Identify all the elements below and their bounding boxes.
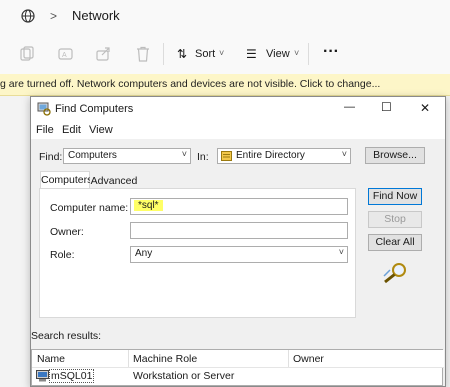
svg-text:A: A <box>62 52 67 59</box>
role-select-value: Any <box>135 248 153 259</box>
chevron-down-icon: ˅ <box>181 149 187 159</box>
directory-icon <box>221 151 232 161</box>
globe-icon[interactable] <box>20 8 36 24</box>
in-select-value: Entire Directory <box>236 150 305 161</box>
find-computers-dialog: Find Computers — ☐ ✕ File Edit View Find… <box>30 96 446 387</box>
minimize-button[interactable]: — <box>344 101 355 113</box>
find-now-button[interactable]: Find Now <box>368 188 422 205</box>
clear-all-button[interactable]: Clear All <box>368 234 422 251</box>
menu-bar: File Edit View <box>31 121 445 139</box>
chevron-down-icon: ˅ <box>219 48 225 58</box>
role-label: Role: <box>50 249 75 261</box>
role-select[interactable]: Any ˅ <box>130 246 348 263</box>
title-bar[interactable]: Find Computers — ☐ ✕ <box>31 97 445 121</box>
breadcrumb-separator: > <box>50 9 58 23</box>
search-results-list: Name Machine Role Owner mSQL01 Workstati… <box>31 349 444 386</box>
rename-icon[interactable]: A <box>58 46 74 62</box>
menu-view[interactable]: View <box>89 124 113 136</box>
column-divider[interactable] <box>128 350 129 367</box>
computer-name-label: Computer name: <box>50 202 129 214</box>
find-select-value: Computers <box>68 150 117 161</box>
sort-label: Sort <box>195 48 216 60</box>
toolbar-divider <box>163 43 164 65</box>
column-name[interactable]: Name <box>37 353 65 365</box>
delete-icon[interactable] <box>136 46 150 62</box>
breadcrumb-location[interactable]: Network <box>72 8 120 23</box>
column-divider[interactable] <box>288 350 289 367</box>
toolbar: A ⇅ Sort ˅ ☰ View ˅ ··· <box>0 34 450 75</box>
find-computers-icon <box>37 102 51 116</box>
row-name: mSQL01 <box>48 369 95 383</box>
chevron-down-icon: ˅ <box>294 48 300 58</box>
owner-label: Owner: <box>50 226 84 238</box>
computer-name-input[interactable]: *sql* <box>130 198 348 215</box>
find-label: Find: <box>39 151 63 163</box>
chevron-down-icon: ˅ <box>341 149 347 159</box>
network-discovery-banner[interactable]: g are turned off. Network computers and … <box>0 74 450 96</box>
address-bar: > Network <box>0 0 450 34</box>
menu-file[interactable]: File <box>36 124 54 136</box>
dialog-title: Find Computers <box>55 103 134 115</box>
view-icon: ☰ <box>246 47 257 61</box>
maximize-button[interactable]: ☐ <box>381 100 392 114</box>
row-role: Workstation or Server <box>133 370 235 382</box>
copy-icon[interactable] <box>20 46 34 62</box>
search-magnifier-icon <box>383 263 406 284</box>
stop-button[interactable]: Stop <box>368 211 422 228</box>
computer-icon <box>36 370 49 382</box>
column-machine-role[interactable]: Machine Role <box>133 353 197 365</box>
banner-text: g are turned off. Network computers and … <box>0 78 381 90</box>
table-row[interactable]: mSQL01 Workstation or Server <box>32 368 444 384</box>
view-label: View <box>266 48 290 60</box>
menu-edit[interactable]: Edit <box>62 124 81 136</box>
close-button[interactable]: ✕ <box>420 101 430 115</box>
search-results-label: Search results: <box>31 330 102 342</box>
computer-name-value: *sql* <box>134 200 163 211</box>
chevron-down-icon: ˅ <box>338 247 344 257</box>
browse-button[interactable]: Browse... <box>365 147 425 164</box>
owner-input[interactable] <box>130 222 348 239</box>
tab-computers[interactable]: Computers <box>40 171 92 189</box>
sort-icon: ⇅ <box>177 47 188 61</box>
share-icon[interactable] <box>96 46 112 62</box>
more-options-button[interactable]: ··· <box>323 43 339 61</box>
results-header: Name Machine Role Owner <box>32 350 444 368</box>
find-select[interactable]: Computers ˅ <box>63 148 191 164</box>
in-select[interactable]: Entire Directory ˅ <box>217 148 351 164</box>
column-owner[interactable]: Owner <box>293 353 324 365</box>
computers-tab-panel: Computer name: *sql* Owner: Role: Any ˅ <box>39 188 356 318</box>
in-label: In: <box>197 151 209 163</box>
toolbar-divider <box>308 43 309 65</box>
